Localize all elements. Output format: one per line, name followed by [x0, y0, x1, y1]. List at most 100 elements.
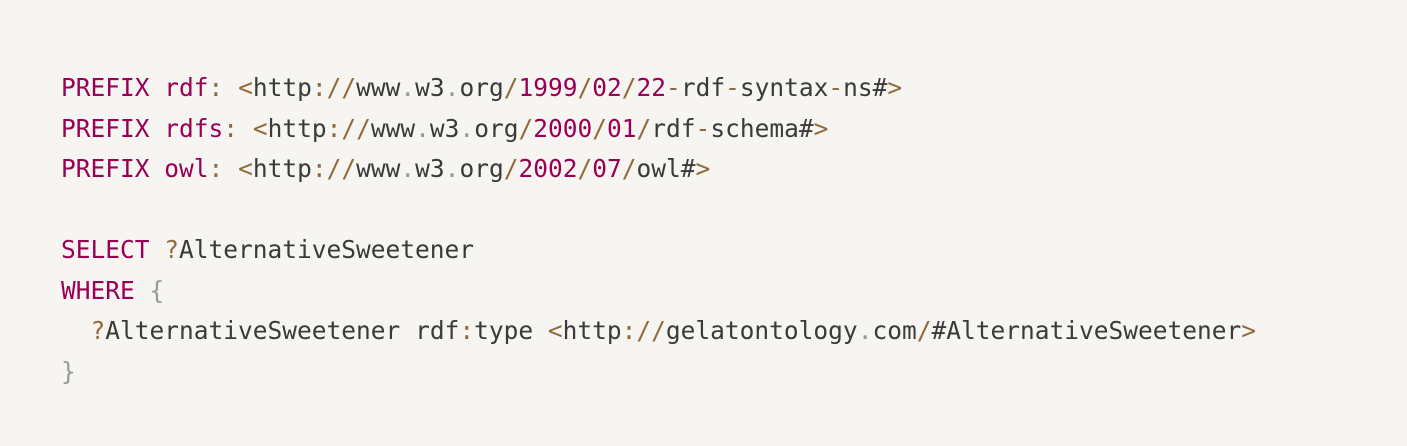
code-token: > [1241, 316, 1257, 345]
code-token: www [356, 154, 401, 183]
code-token: > [887, 73, 903, 102]
code-token: owl# [636, 154, 696, 183]
code-token: 02 [592, 73, 622, 102]
code-token: . [400, 154, 416, 183]
code-token: w3 [429, 113, 460, 143]
code-token: . [857, 316, 873, 345]
code-token: PREFIX [61, 73, 150, 102]
code-line: ?AlternativeSweetener rdf:type <http://g… [61, 311, 1407, 352]
code-token: 22 [636, 73, 667, 102]
code-token: 07 [592, 154, 622, 183]
code-token: : [208, 73, 224, 102]
code-token: org [474, 113, 519, 143]
code-line: } [61, 352, 1407, 393]
code-line: PREFIX rdf: <http://www.w3.org/1999/02/2… [61, 68, 1407, 109]
code-token: AlternativeSweetener [105, 316, 401, 345]
code-token: - [725, 73, 740, 102]
code-token: rdf [680, 73, 726, 102]
code-token: : [223, 113, 239, 143]
sparql-query-code[interactable]: PREFIX rdf: <http://www.w3.org/1999/02/2… [61, 68, 1407, 392]
code-line: PREFIX rdfs: <http://www.w3.org/2000/01/… [61, 109, 1407, 150]
code-token: PREFIX [61, 113, 150, 143]
code-token: } [61, 356, 76, 386]
code-token: < [547, 316, 563, 345]
code-token: { [149, 275, 165, 305]
code-token: syntax [739, 73, 829, 102]
code-token: http [562, 316, 622, 345]
code-token: - [828, 73, 844, 102]
code-token: http [267, 113, 327, 143]
code-token: - [666, 73, 681, 102]
code-token: 2002 [518, 154, 578, 183]
code-token: SELECT [61, 235, 150, 264]
code-token: owl [164, 154, 209, 183]
code-token: > [813, 113, 829, 143]
code-token: org [459, 154, 504, 183]
code-block: PREFIX rdf: <http://www.w3.org/1999/02/2… [0, 0, 1407, 446]
code-token: / [503, 73, 519, 102]
code-token: com [872, 316, 917, 345]
code-token: / [621, 73, 637, 102]
code-token: www [356, 73, 401, 102]
code-token: gelatontology [665, 316, 858, 345]
code-token: rdf [651, 113, 696, 143]
code-token: 1999 [518, 73, 578, 102]
code-token: . [444, 73, 460, 102]
code-token: / [636, 113, 652, 143]
code-token: . [415, 113, 430, 143]
code-token: : [459, 316, 475, 345]
code-token: rdfs [164, 113, 224, 143]
code-token: ? [90, 316, 106, 345]
code-token: < [238, 73, 253, 102]
code-token: > [695, 154, 711, 183]
code-token: :// [311, 73, 357, 102]
code-token: w3 [415, 154, 445, 183]
code-token: / [621, 154, 637, 183]
code-token: : [208, 154, 224, 183]
code-token: / [592, 113, 607, 143]
code-token: . [444, 154, 460, 183]
code-token: . [400, 73, 416, 102]
code-token: org [459, 73, 504, 102]
code-token: :// [311, 154, 357, 183]
code-token: http [252, 73, 312, 102]
code-token: ns# [843, 73, 888, 102]
code-token: rdf [164, 73, 209, 102]
code-token: / [503, 154, 519, 183]
code-token: - [695, 113, 711, 143]
code-token: / [577, 154, 593, 183]
code-token: schema# [710, 113, 814, 143]
code-line: PREFIX owl: <http://www.w3.org/2002/07/o… [61, 149, 1407, 190]
code-token: http [252, 154, 312, 183]
code-token: < [238, 154, 253, 183]
code-line: SELECT ?AlternativeSweetener [61, 230, 1407, 271]
code-token: :// [621, 316, 666, 345]
code-token: rdf [415, 316, 460, 345]
code-token: / [518, 113, 534, 143]
code-token: < [252, 113, 268, 143]
code-token: 01 [607, 113, 637, 143]
code-token: #AlternativeSweetener [931, 316, 1242, 345]
code-token: www [370, 113, 416, 143]
code-token: :// [326, 113, 371, 143]
code-token: AlternativeSweetener [179, 235, 475, 264]
code-token: 2000 [533, 113, 593, 143]
code-token: ? [164, 235, 180, 264]
code-token: type [474, 316, 534, 345]
code-token: WHERE [61, 275, 135, 305]
code-token: . [459, 113, 475, 143]
code-token: / [577, 73, 593, 102]
code-line: WHERE { [61, 271, 1407, 312]
